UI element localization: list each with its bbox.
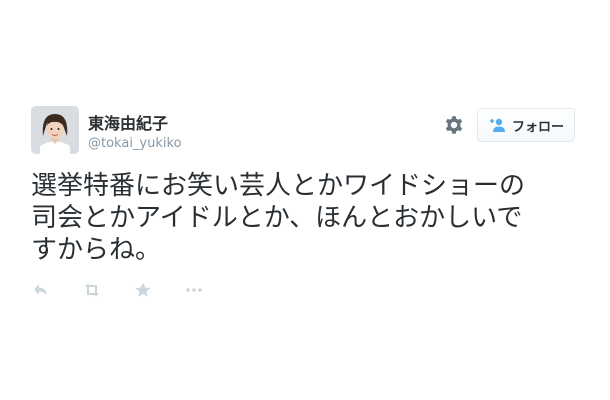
tweet-text-line: すからね。: [31, 235, 162, 265]
tweet-text: 選挙特番にお笑い芸人とかワイドショーの 司会とかアイドルとか、ほんとおかしいで …: [31, 170, 591, 266]
star-icon[interactable]: [133, 280, 153, 300]
tweet-card: 東海由紀子 @tokai_yukiko フォロー 選挙特番にお笑い芸人とかワイド…: [0, 0, 610, 400]
avatar[interactable]: [31, 106, 79, 154]
follow-button[interactable]: フォロー: [477, 108, 575, 142]
more-icon[interactable]: [184, 280, 204, 300]
tweet-actions: [31, 280, 235, 300]
tweet-text-line: 選挙特番にお笑い芸人とかワイドショーの: [31, 171, 526, 201]
reply-icon[interactable]: [31, 280, 51, 300]
add-user-icon: [489, 118, 505, 132]
retweet-icon[interactable]: [82, 280, 102, 300]
user-handle[interactable]: @tokai_yukiko: [88, 136, 182, 151]
tweet-text-line: 司会とかアイドルとか、ほんとおかしいで: [31, 203, 523, 233]
follow-button-label: フォロー: [511, 119, 564, 135]
gear-icon[interactable]: [443, 114, 465, 136]
user-display-name[interactable]: 東海由紀子: [88, 110, 168, 134]
